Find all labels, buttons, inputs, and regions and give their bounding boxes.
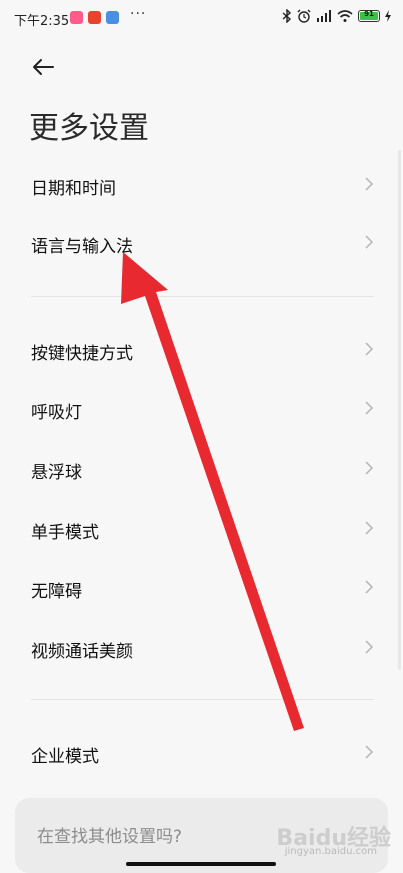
signal-icon xyxy=(317,10,331,22)
settings-item-label: 视频通话美颜 xyxy=(31,642,133,662)
more-notifications-icon: ··· xyxy=(130,6,147,22)
settings-item-accessibility[interactable]: 无障碍 xyxy=(0,559,390,617)
bluetooth-icon xyxy=(282,9,292,23)
settings-item-label: 按键快捷方式 xyxy=(31,344,133,364)
chevron-right-icon xyxy=(365,640,374,654)
chevron-right-icon xyxy=(365,401,374,415)
settings-item-breathing-light[interactable]: 呼吸灯 xyxy=(0,380,390,438)
alarm-icon xyxy=(297,9,311,23)
wifi-icon xyxy=(337,10,353,22)
settings-item-label: 悬浮球 xyxy=(31,463,82,483)
settings-item-label: 语言与输入法 xyxy=(31,237,133,257)
chevron-right-icon xyxy=(365,745,374,759)
chevron-right-icon xyxy=(365,177,374,191)
page-title: 更多设置 xyxy=(29,111,149,146)
search-other-settings-prompt: 在查找其他设置吗? xyxy=(37,827,183,847)
settings-item-language-input[interactable]: 语言与输入法 xyxy=(0,214,390,272)
settings-item-key-shortcuts[interactable]: 按键快捷方式 xyxy=(0,321,390,379)
settings-item-one-hand-mode[interactable]: 单手模式 xyxy=(0,500,390,558)
status-icons: 91 xyxy=(282,9,391,23)
section-divider xyxy=(31,699,374,700)
app-notification-icon xyxy=(88,11,101,24)
chevron-right-icon xyxy=(365,342,374,356)
back-arrow-icon xyxy=(33,59,54,75)
settings-item-date-time[interactable]: 日期和时间 xyxy=(0,156,390,214)
settings-item-floating-ball[interactable]: 悬浮球 xyxy=(0,440,390,498)
chevron-right-icon xyxy=(365,461,374,475)
battery-level: 91 xyxy=(364,10,374,18)
status-time: 下午2:35 xyxy=(14,14,70,29)
chevron-right-icon xyxy=(365,521,374,535)
watermark-url: jingyan.baidu.com xyxy=(284,846,377,857)
settings-item-label: 日期和时间 xyxy=(31,179,116,199)
settings-item-label: 呼吸灯 xyxy=(31,403,82,423)
charging-icon xyxy=(385,10,391,22)
home-indicator[interactable] xyxy=(126,862,276,866)
settings-item-enterprise-mode[interactable]: 企业模式 xyxy=(0,724,390,782)
back-button[interactable] xyxy=(28,52,58,82)
settings-item-label: 单手模式 xyxy=(31,523,99,543)
chevron-right-icon xyxy=(365,580,374,594)
status-bar: 下午2:35 ··· 91 xyxy=(0,0,403,36)
scrollbar[interactable] xyxy=(398,150,401,670)
settings-item-label: 企业模式 xyxy=(31,747,99,767)
chevron-right-icon xyxy=(365,235,374,249)
settings-item-video-call-beauty[interactable]: 视频通话美颜 xyxy=(0,619,390,677)
app-notification-icon xyxy=(70,11,83,24)
settings-item-label: 无障碍 xyxy=(31,582,82,602)
section-divider xyxy=(31,296,374,297)
app-notification-icon xyxy=(106,11,119,24)
battery-icon: 91 xyxy=(358,10,380,22)
